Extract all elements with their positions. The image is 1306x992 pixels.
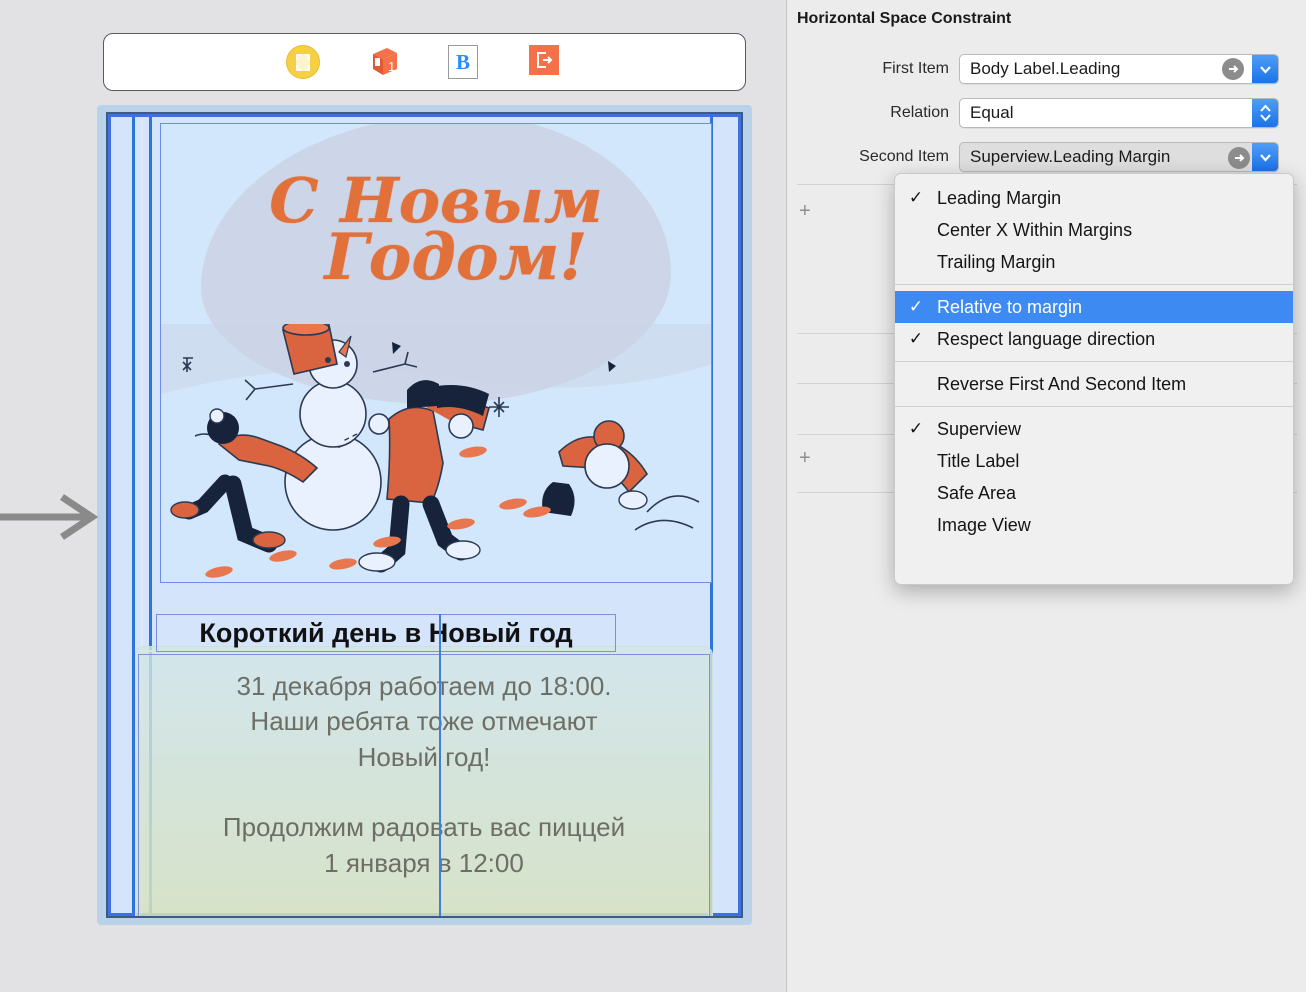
second-item-label: Second Item	[787, 148, 959, 166]
root-view[interactable]: С Новым Годом!	[106, 112, 743, 918]
menu-item-label: Center X Within Margins	[937, 220, 1132, 241]
device-frame[interactable]: С Новым Годом!	[97, 105, 752, 925]
export-arrow-icon[interactable]	[529, 45, 563, 79]
goto-second-item-icon[interactable]	[1228, 147, 1250, 169]
menu-item-reverse-first-and-second-item[interactable]: Reverse First And Second Item	[895, 368, 1293, 400]
menu-item-label: Relative to margin	[937, 297, 1082, 318]
menu-item-center-x-within-margins[interactable]: Center X Within Margins	[895, 214, 1293, 246]
menu-item-leading-margin[interactable]: ✓ Leading Margin	[895, 182, 1293, 214]
greeting-text: С Новым Годом!	[161, 172, 711, 288]
body-line-2: Новый год!	[139, 740, 709, 775]
svg-text:1: 1	[388, 59, 395, 74]
title-label[interactable]: Короткий день в Новый год	[156, 614, 616, 652]
second-item-dropdown-menu[interactable]: ✓ Leading Margin Center X Within Margins…	[894, 173, 1294, 585]
body-line-5: 1 января в 12:00	[139, 846, 709, 881]
bold-b-letter: B	[448, 45, 478, 79]
body-line-blank	[139, 775, 709, 810]
greeting-line-2: Годом!	[201, 229, 711, 288]
menu-separator	[895, 284, 1293, 285]
menu-item-title-label[interactable]: Title Label	[895, 445, 1293, 477]
center-alignment-guide	[439, 614, 441, 918]
first-item-chevron-down-icon[interactable]	[1252, 55, 1278, 83]
body-line-4: Продолжим радовать вас пиццей	[139, 810, 709, 845]
pointer-arrow-icon	[0, 492, 100, 542]
body-line-0: 31 декабря работаем до 18:00.	[139, 669, 709, 704]
menu-item-respect-language-direction[interactable]: ✓ Respect language direction	[895, 323, 1293, 355]
first-item-row: First Item Body Label.Leading	[787, 52, 1306, 86]
check-icon: ✓	[895, 297, 937, 317]
second-item-chevron-down-icon[interactable]	[1252, 143, 1278, 171]
storyboard-canvas[interactable]: 1 B	[0, 0, 786, 992]
cube-one-icon[interactable]: 1	[367, 45, 401, 79]
bold-b-icon[interactable]: B	[448, 45, 482, 79]
relation-value: Equal	[960, 103, 1013, 123]
menu-item-label: Leading Margin	[937, 188, 1061, 209]
second-item-row: Second Item Superview.Leading Margin	[787, 140, 1306, 174]
relation-stepper-icon[interactable]	[1252, 99, 1278, 127]
first-item-value: Body Label.Leading	[960, 59, 1120, 79]
winter-illustration	[161, 324, 712, 582]
check-icon: ✓	[895, 329, 937, 349]
image-view[interactable]: С Новым Годом!	[160, 123, 712, 583]
goto-first-item-icon[interactable]	[1222, 58, 1244, 80]
menu-item-trailing-margin[interactable]: Trailing Margin	[895, 246, 1293, 278]
menu-item-label: Trailing Margin	[937, 252, 1055, 273]
first-item-popup[interactable]: Body Label.Leading	[959, 54, 1279, 84]
menu-item-superview[interactable]: ✓ Superview	[895, 413, 1293, 445]
menu-separator	[895, 406, 1293, 407]
relation-label: Relation	[787, 104, 959, 122]
menu-item-label: Superview	[937, 419, 1021, 440]
canvas-toolbar[interactable]: 1 B	[103, 33, 746, 91]
first-item-label: First Item	[787, 60, 959, 78]
menu-item-label: Title Label	[937, 451, 1019, 472]
relation-popup[interactable]: Equal	[959, 98, 1279, 128]
menu-item-image-view[interactable]: Image View	[895, 509, 1293, 541]
add-placeholder-variation-button[interactable]: +	[799, 448, 811, 468]
check-icon: ✓	[895, 188, 937, 208]
body-line-1: Наши ребята тоже отмечают	[139, 704, 709, 739]
menu-item-label: Safe Area	[937, 483, 1016, 504]
second-item-value: Superview.Leading Margin	[960, 147, 1170, 167]
second-item-popup[interactable]: Superview.Leading Margin	[959, 142, 1279, 172]
body-label[interactable]: 31 декабря работаем до 18:00. Наши ребят…	[138, 654, 710, 918]
menu-item-label: Image View	[937, 515, 1031, 536]
menu-separator	[895, 361, 1293, 362]
menu-item-relative-to-margin[interactable]: ✓ Relative to margin	[895, 291, 1293, 323]
menu-item-label: Respect language direction	[937, 329, 1155, 350]
menu-item-safe-area[interactable]: Safe Area	[895, 477, 1293, 509]
check-icon: ✓	[895, 419, 937, 439]
inspector-title: Horizontal Space Constraint	[797, 10, 1011, 28]
placeholder-badge-icon[interactable]	[286, 45, 320, 79]
relation-row: Relation Equal	[787, 96, 1306, 130]
menu-item-label: Reverse First And Second Item	[937, 374, 1186, 395]
